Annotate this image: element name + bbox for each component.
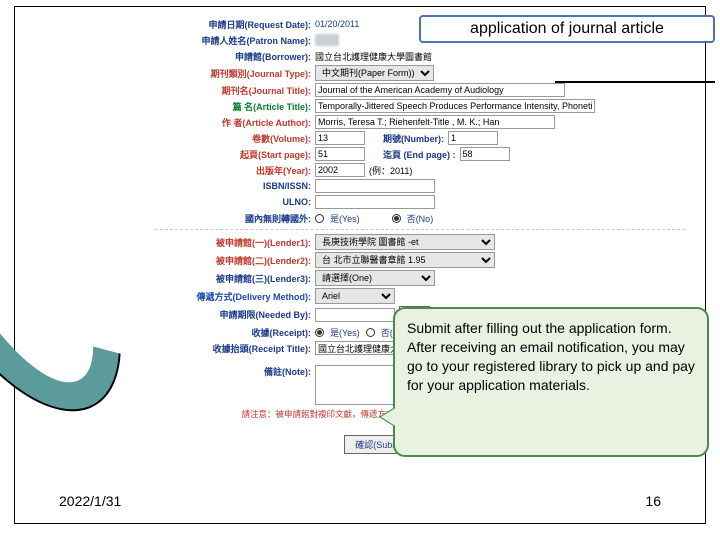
needed-by-input[interactable] [315, 308, 395, 322]
footer-date: 2022/1/31 [59, 493, 121, 509]
label-needed-by: 申請期限(Needed By): [155, 308, 315, 321]
journal-title-input[interactable] [315, 83, 565, 97]
ulno-input[interactable] [315, 195, 435, 209]
end-page-input[interactable] [460, 147, 510, 161]
receipt-yes-label: 是(Yes) [330, 326, 360, 339]
year-input[interactable] [315, 163, 365, 177]
start-page-input[interactable] [315, 147, 365, 161]
footer-page-number: 16 [645, 493, 661, 509]
callout-tail [381, 407, 397, 427]
lender1-select[interactable]: 長庚技術學院 圖書館 -et [315, 234, 495, 250]
delivery-select[interactable]: Ariel [315, 288, 395, 304]
label-end-page: 迄頁 (End page) : [383, 148, 456, 161]
journal-type-select[interactable]: 中文期刊(Paper Form)) [315, 65, 434, 81]
label-year: 出版年(Year): [155, 164, 315, 177]
year-hint: (例：2011) [369, 164, 412, 177]
slide-frame: 申請日期(Request Date):01/20/2011 申請人姓名(Patr… [14, 6, 706, 524]
label-lender3: 被申請館(三)(Lender3): [155, 272, 315, 285]
separator [155, 229, 685, 230]
title-callout: application of journal article [419, 15, 715, 43]
label-lender1: 被申請館(一)(Lender1): [155, 236, 315, 249]
article-title-input[interactable] [315, 99, 595, 113]
patron-name-redacted [315, 34, 339, 46]
value-borrower: 國立台北護理健康大學圖書館 [315, 50, 432, 63]
number-input[interactable] [448, 131, 498, 145]
label-volume: 卷數(Volume): [155, 132, 315, 145]
isbn-input[interactable] [315, 179, 435, 193]
domestic-yes-label: 是(Yes) [330, 212, 360, 225]
lender2-select[interactable]: 台 北市立聯醫書章館 1.95 [315, 252, 495, 268]
label-receipt: 收據(Receipt): [155, 326, 315, 339]
label-isbn: ISBN/ISSN: [155, 181, 315, 191]
decorative-arc [0, 88, 164, 445]
receipt-no-radio[interactable] [366, 328, 375, 337]
label-article-author: 作 者(Article Author): [155, 116, 315, 129]
label-note: 備註(Note): [155, 365, 315, 378]
label-ulno: ULNO: [155, 197, 315, 207]
label-lender2: 被申請館(二)(Lender2): [155, 254, 315, 267]
label-article-title: 篇 名(Article Title): [155, 100, 315, 113]
label-patron-name: 申請人姓名(Patron Name): [155, 34, 315, 47]
domestic-yes-radio[interactable] [315, 214, 324, 223]
volume-input[interactable] [315, 131, 365, 145]
label-request-date: 申請日期(Request Date): [155, 18, 315, 31]
domestic-no-radio[interactable] [392, 214, 401, 223]
label-start-page: 起頁(Start page): [155, 148, 315, 161]
label-domestic: 國內無則轉國外: [155, 212, 315, 225]
instruction-callout: Submit after filling out the application… [393, 307, 709, 457]
domestic-no-label: 否(No) [407, 212, 434, 225]
value-request-date: 01/20/2011 [315, 19, 359, 29]
lender3-select[interactable]: 請選擇(One) [315, 270, 435, 286]
label-journal-type: 期刊類別(Journal Type): [155, 67, 315, 80]
label-delivery: 傳遞方式(Delivery Method): [155, 290, 315, 303]
article-author-input[interactable] [315, 115, 555, 129]
receipt-yes-radio[interactable] [315, 328, 324, 337]
instruction-text: Submit after filling out the application… [407, 320, 695, 393]
label-borrower: 申請館(Borrower): [155, 50, 315, 63]
label-number: 期號(Number): [383, 132, 444, 145]
label-receipt-title: 收據抬頭(Receipt Title): [155, 342, 315, 355]
label-journal-title: 期刊名(Journal Title): [155, 84, 315, 97]
